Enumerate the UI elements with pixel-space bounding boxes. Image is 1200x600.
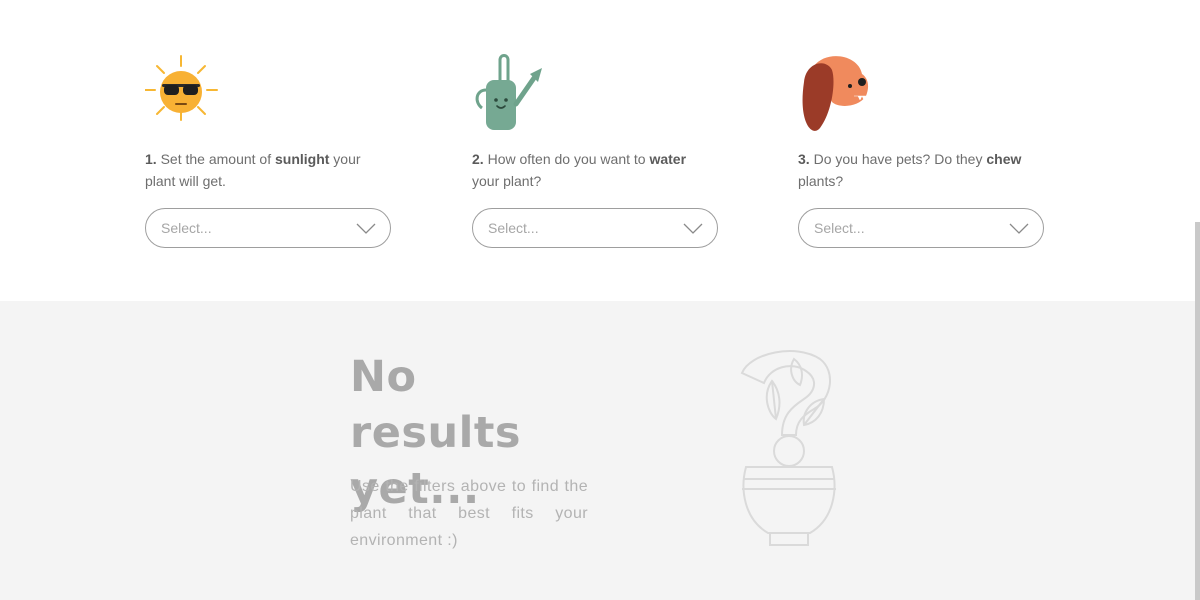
dog-icon — [798, 52, 878, 136]
chevron-down-icon — [683, 222, 703, 240]
plant-question-mark-icon — [736, 349, 840, 560]
chevron-down-icon — [1009, 222, 1029, 240]
sun-with-sunglasses-icon — [144, 52, 225, 136]
sunlight-select-placeholder: Select... — [161, 220, 212, 236]
chevron-down-icon — [356, 222, 376, 240]
filter-water: 2. How often do you want to water your p… — [472, 52, 720, 248]
water-select[interactable]: Select... — [472, 208, 718, 248]
scrollbar-thumb[interactable] — [1195, 222, 1200, 600]
pets-select-placeholder: Select... — [814, 220, 865, 236]
water-select-placeholder: Select... — [488, 220, 539, 236]
pets-question: 3. Do you have pets? Do they chew plants… — [798, 151, 1022, 189]
pets-select[interactable]: Select... — [798, 208, 1044, 248]
no-results-section: No results yet... Use the filters above … — [0, 301, 1195, 600]
filter-pets: 3. Do you have pets? Do they chew plants… — [798, 52, 1046, 248]
page-scrollbar[interactable] — [1195, 0, 1200, 600]
filters-section: 1. Set the amount of sunlight your plant… — [0, 0, 1195, 301]
scrollbar-track-top — [1195, 0, 1200, 222]
watering-can-icon — [472, 52, 552, 136]
no-results-message: Use the filters above to find the plant … — [350, 478, 588, 549]
water-question: 2. How often do you want to water your p… — [472, 151, 687, 189]
filter-sunlight: 1. Set the amount of sunlight your plant… — [144, 52, 393, 248]
sunlight-select[interactable]: Select... — [145, 208, 391, 248]
sunlight-question: 1. Set the amount of sunlight your plant… — [145, 151, 361, 189]
